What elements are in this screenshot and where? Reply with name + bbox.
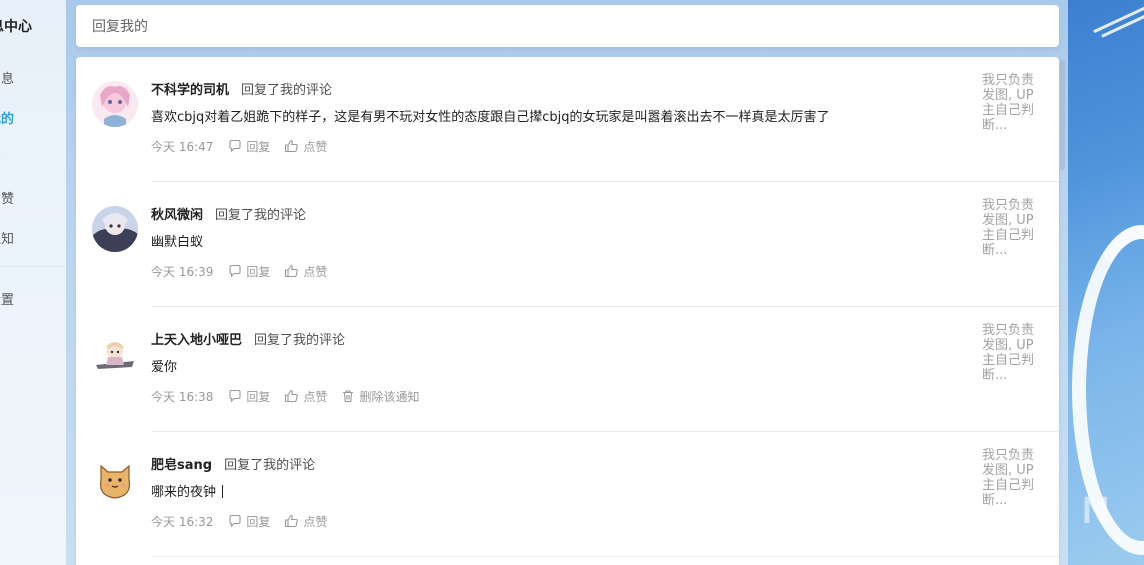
like-label: 点赞: [303, 514, 328, 529]
background-watermark: N: [1082, 490, 1110, 532]
trash-icon: [343, 390, 354, 403]
avatar[interactable]: [92, 331, 138, 377]
thumbs-up-icon: [285, 264, 299, 278]
like-button[interactable]: 点赞: [284, 513, 327, 530]
delete-notification-button[interactable]: 删除该通知: [341, 388, 419, 405]
page-header: 回复我的: [76, 5, 1059, 47]
like-button[interactable]: 点赞: [284, 138, 327, 155]
reply-text: 爱你: [151, 360, 178, 375]
reply-button[interactable]: 回复: [228, 513, 270, 530]
comment-icon: [229, 389, 241, 403]
action-text: 回复了我的评论: [254, 333, 346, 348]
sidebar-item-mentions[interactable]: 的: [0, 148, 1, 167]
thumbs-up-icon: [285, 514, 299, 528]
scrollbar-thumb[interactable]: [1060, 60, 1065, 170]
comment-preview[interactable]: 我只负责发图, UP主自己判断...: [982, 448, 1044, 508]
comment-preview[interactable]: 我只负责发图, UP主自己判断...: [982, 323, 1044, 383]
list-item: 肥皂sang 回复了我的评论 哪来的夜钟 今天 16:32 回复 点赞 我只负责…: [76, 432, 1059, 557]
reply-label: 回复: [246, 139, 271, 154]
user-name[interactable]: 上天入地小哑巴: [151, 329, 242, 348]
user-name[interactable]: 秋风微闲: [151, 204, 203, 223]
reply-button[interactable]: 回复: [228, 388, 270, 405]
comment-icon: [229, 139, 241, 153]
like-label: 点赞: [303, 139, 328, 154]
sidebar-item-replies[interactable]: 我的: [0, 108, 14, 127]
thumbs-up-icon: [285, 389, 299, 403]
reply-label: 回复: [246, 514, 271, 529]
comment-preview[interactable]: 我只负责发图, UP主自己判断...: [982, 198, 1044, 258]
avatar[interactable]: [92, 81, 138, 127]
avatar[interactable]: [92, 206, 138, 252]
action-text: 回复了我的评论: [224, 458, 316, 473]
notification-list: 不科学的司机 回复了我的评论 喜欢cbjq对着乙姐跪下的样子，这是有男不玩对女性…: [76, 57, 1059, 565]
reply-text: 喜欢cbjq对着乙姐跪下的样子，这是有男不玩对女性的态度跟自己撵cbjq的女玩家…: [151, 110, 830, 125]
avatar[interactable]: [92, 456, 138, 502]
reply-text: 哪来的夜钟: [151, 485, 217, 500]
list-item: 上天入地小哑巴 回复了我的评论 爱你 今天 16:38 回复 点赞 删除该通知 …: [76, 307, 1059, 432]
like-button[interactable]: 点赞: [284, 388, 327, 405]
delete-label: 删除该通知: [359, 389, 420, 404]
comment-preview[interactable]: 我只负责发图, UP主自己判断...: [982, 73, 1044, 133]
sidebar-item-settings[interactable]: 设置: [0, 289, 14, 308]
sidebar-item-notices[interactable]: 通知: [0, 228, 14, 247]
timestamp: 今天 16:47: [151, 139, 214, 154]
list-item: 秋风微闲 回复了我的评论 幽默白蚁 今天 16:39 回复 点赞 我只负责发图,…: [76, 182, 1059, 307]
user-name[interactable]: 肥皂sang: [151, 454, 212, 473]
page-title: 回复我的: [92, 19, 148, 35]
reply-button[interactable]: 回复: [228, 138, 270, 155]
reply-text: 幽默白蚁: [151, 235, 204, 250]
thumbs-up-icon: [285, 139, 299, 153]
timestamp: 今天 16:39: [151, 264, 214, 279]
reply-button[interactable]: 回复: [228, 263, 270, 280]
sidebar-item-messages[interactable]: 消息: [0, 68, 14, 87]
reply-label: 回复: [246, 389, 271, 404]
like-label: 点赞: [303, 389, 328, 404]
like-label: 点赞: [303, 264, 328, 279]
sidebar-item-likes[interactable]: 的赞: [0, 188, 14, 207]
item-divider: [151, 556, 1059, 557]
action-text: 回复了我的评论: [241, 83, 333, 98]
timestamp: 今天 16:38: [151, 389, 214, 404]
page: N 息中心 消息 我的 的 的赞 通知 设置 回复我的: [0, 0, 1144, 565]
reply-label: 回复: [246, 264, 271, 279]
action-text: 回复了我的评论: [215, 208, 307, 223]
comment-icon: [229, 514, 241, 528]
user-name[interactable]: 不科学的司机: [151, 79, 229, 98]
sidebar-divider: [0, 266, 66, 267]
like-button[interactable]: 点赞: [284, 263, 327, 280]
text-cursor: [222, 485, 224, 498]
sidebar: 息中心 消息 我的 的 的赞 通知 设置: [0, 0, 66, 565]
sidebar-title: 息中心: [0, 19, 32, 35]
timestamp: 今天 16:32: [151, 514, 214, 529]
background-art: N: [1068, 0, 1144, 565]
list-item: 不科学的司机 回复了我的评论 喜欢cbjq对着乙姐跪下的样子，这是有男不玩对女性…: [76, 57, 1059, 182]
comment-icon: [229, 264, 241, 278]
